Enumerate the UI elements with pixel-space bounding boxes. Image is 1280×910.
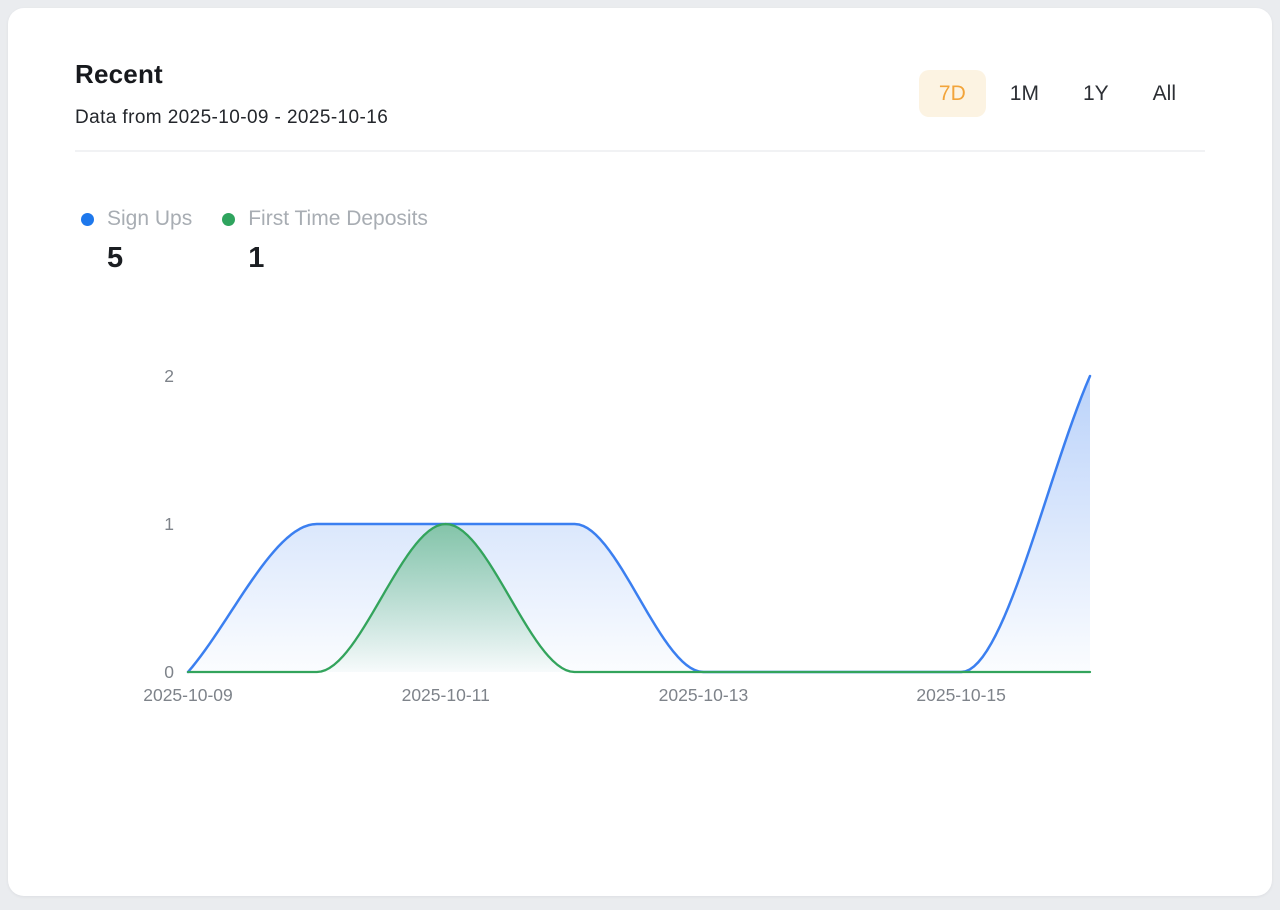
x-axis-tick-label: 2025-10-09 (143, 685, 233, 705)
legend-item-first-time-deposits[interactable]: First Time Deposits 1 (222, 206, 428, 275)
deposits-value: 1 (248, 241, 428, 275)
card-header: Recent Data from 2025-10-09 - 2025-10-16… (8, 8, 1272, 130)
range-button-1m[interactable]: 1M (990, 70, 1059, 117)
legend-item-signups[interactable]: Sign Ups 5 (81, 206, 192, 275)
signups-value: 5 (107, 241, 192, 275)
chart-canvas: 0 1 2 2025-10-09 2025-10-11 2025-10-13 2025-10… (8, 338, 1272, 758)
chart-legend: Sign Ups 5 First Time Deposits 1 (81, 206, 1272, 275)
signups-deposits-area-chart[interactable]: 0 1 2 2025-10-09 2025-10-11 2025-10-13 2025-10… (8, 338, 1272, 758)
header-divider (75, 150, 1205, 152)
y-axis-tick-label: 2 (164, 366, 174, 386)
y-axis-tick-label: 1 (164, 514, 174, 534)
time-range-selector: 7D 1M 1Y All (919, 70, 1196, 117)
date-range-subtitle: Data from 2025-10-09 - 2025-10-16 (75, 106, 388, 130)
range-button-7d[interactable]: 7D (919, 70, 986, 117)
signups-label: Sign Ups (107, 206, 192, 232)
y-axis-tick-label: 0 (164, 662, 174, 682)
x-axis-tick-label: 2025-10-13 (659, 685, 749, 705)
card-title: Recent (75, 58, 388, 90)
recent-stats-card: Recent Data from 2025-10-09 - 2025-10-16… (8, 8, 1272, 896)
header-text-block: Recent Data from 2025-10-09 - 2025-10-16 (75, 58, 388, 130)
x-axis-tick-label: 2025-10-15 (916, 685, 1006, 705)
page-background: { "header": { "title": "Recent", "subtit… (0, 0, 1280, 910)
deposits-label: First Time Deposits (248, 206, 428, 232)
range-button-1y[interactable]: 1Y (1063, 70, 1129, 117)
x-axis-tick-label: 2025-10-11 (402, 685, 490, 705)
range-button-all[interactable]: All (1133, 70, 1196, 117)
deposits-dot-icon (222, 213, 235, 226)
signups-dot-icon (81, 213, 94, 226)
